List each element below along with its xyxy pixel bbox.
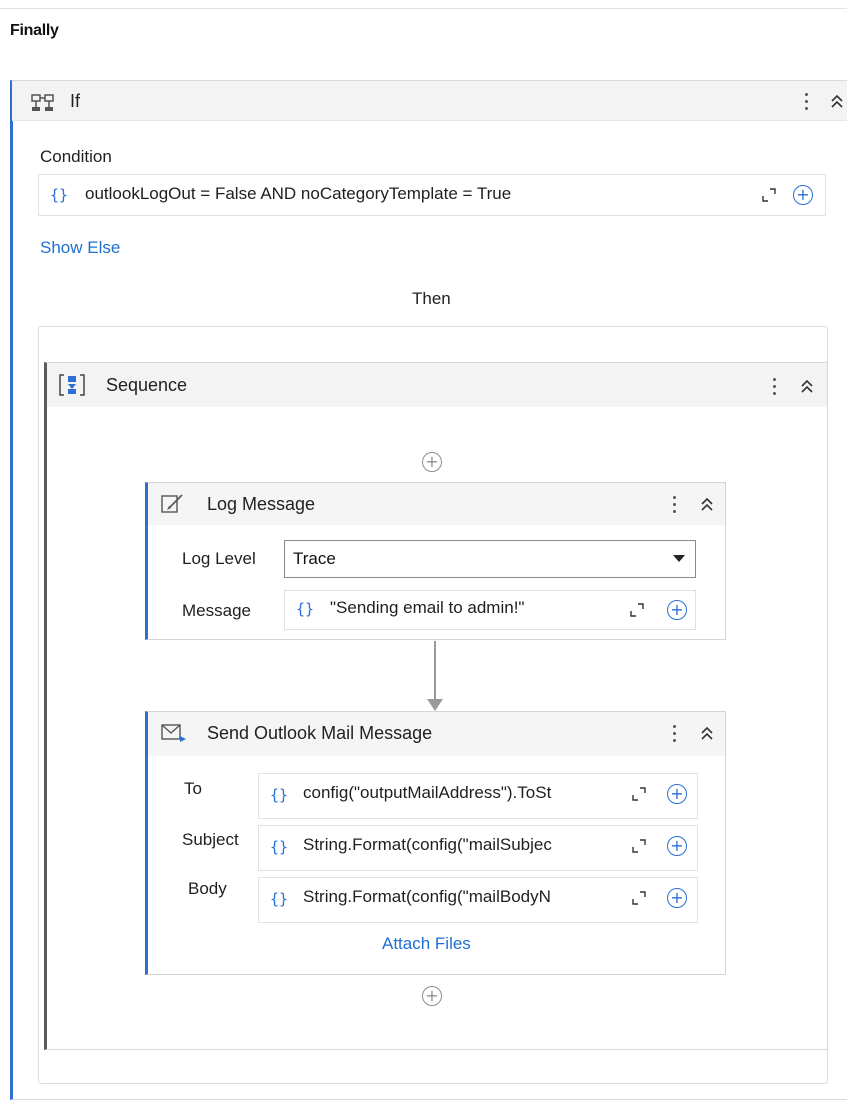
sequence-title: Sequence — [106, 375, 188, 395]
subject-expand-icon[interactable] — [632, 839, 646, 853]
log-level-select[interactable]: Trace — [284, 540, 696, 578]
log-message-collapse-chevron-double-up-icon[interactable] — [698, 494, 716, 516]
flow-connector — [434, 641, 436, 703]
log-message-icon — [160, 493, 186, 520]
to-label: To — [184, 779, 202, 798]
to-add-plus-circle-icon[interactable]: + — [667, 784, 687, 804]
log-level-label: Log Level — [182, 549, 256, 568]
show-else-link[interactable]: Show Else — [40, 238, 120, 258]
sequence-add-bottom-plus-circle-icon[interactable]: + — [422, 986, 442, 1006]
sequence-menu-kebab-icon[interactable] — [768, 372, 780, 400]
body-braces-icon: {} — [270, 890, 289, 908]
caret-down-icon — [673, 555, 685, 562]
to-value[interactable]: config("outputMailAddress").ToSt — [303, 783, 621, 803]
body-label: Body — [188, 879, 227, 898]
log-message-title: Log Message — [207, 494, 316, 514]
then-label: Then — [412, 289, 451, 308]
message-braces-icon: {} — [296, 600, 315, 618]
log-level-value: Trace — [293, 549, 336, 568]
condition-add-plus-circle-icon[interactable]: + — [793, 185, 813, 205]
message-value[interactable]: "Sending email to admin!" — [330, 598, 620, 618]
flow-arrow-down-icon — [427, 699, 443, 711]
to-braces-icon: {} — [270, 786, 289, 804]
body-add-plus-circle-icon[interactable]: + — [667, 888, 687, 908]
send-mail-collapse-chevron-double-up-icon[interactable] — [698, 723, 716, 745]
condition-expand-icon[interactable] — [762, 188, 776, 202]
subject-add-plus-circle-icon[interactable]: + — [667, 836, 687, 856]
message-expand-icon[interactable] — [630, 603, 644, 617]
to-expand-icon[interactable] — [632, 787, 646, 801]
send-mail-title: Send Outlook Mail Message — [207, 723, 433, 743]
section-title-finally: Finally — [10, 22, 59, 39]
message-add-plus-circle-icon[interactable]: + — [667, 600, 687, 620]
if-activity-header[interactable] — [12, 81, 847, 121]
if-balance-icon — [30, 92, 56, 119]
mail-icon — [160, 722, 188, 749]
condition-value[interactable]: outlookLogOut = False AND noCategoryTemp… — [85, 184, 735, 204]
log-message-menu-kebab-icon[interactable] — [668, 490, 680, 518]
subject-label: Subject — [182, 830, 239, 849]
subject-value[interactable]: String.Format(config("mailSubjec — [303, 835, 621, 855]
condition-braces-icon: {} — [50, 186, 69, 204]
if-activity-title: If — [70, 91, 81, 111]
body-value[interactable]: String.Format(config("mailBodyN — [303, 887, 621, 907]
sequence-icon — [58, 373, 86, 402]
condition-label: Condition — [40, 147, 112, 166]
attach-files-link[interactable]: Attach Files — [382, 934, 471, 954]
send-mail-menu-kebab-icon[interactable] — [668, 719, 680, 747]
top-divider — [0, 8, 847, 9]
if-collapse-chevron-double-up-icon[interactable] — [828, 91, 846, 113]
subject-braces-icon: {} — [270, 838, 289, 856]
sequence-collapse-chevron-double-up-icon[interactable] — [798, 376, 816, 398]
body-expand-icon[interactable] — [632, 891, 646, 905]
sequence-add-top-plus-circle-icon[interactable]: + — [422, 452, 442, 472]
message-label: Message — [182, 601, 251, 620]
if-menu-kebab-icon[interactable] — [800, 87, 812, 115]
